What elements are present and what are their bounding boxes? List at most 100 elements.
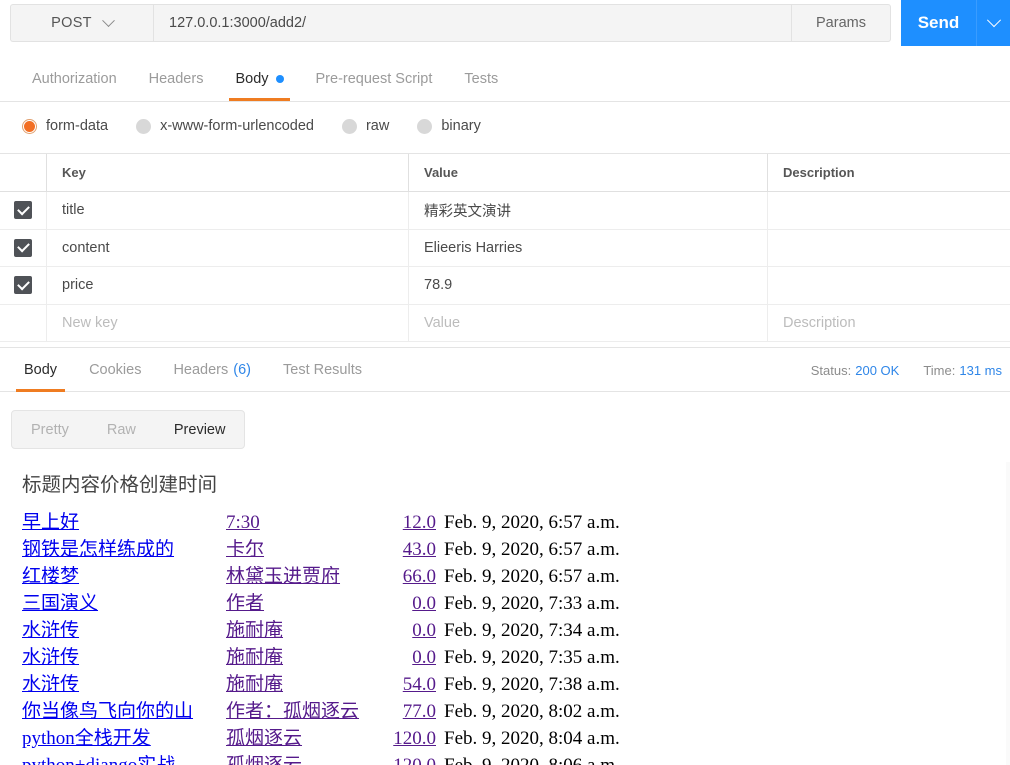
response-tab-headers[interactable]: Headers (6) <box>157 348 267 392</box>
preview-cell-created: Feb. 9, 2020, 6:57 a.m. <box>444 539 620 560</box>
book-price-link[interactable]: 0.0 <box>412 593 436 614</box>
preview-cell-title: python全栈开发 <box>22 723 226 750</box>
preview-cell-created: Feb. 9, 2020, 7:35 a.m. <box>444 647 620 668</box>
params-label: Params <box>816 15 866 31</box>
request-tab-tests[interactable]: Tests <box>448 57 514 101</box>
url-input-wrapper[interactable] <box>153 4 792 42</box>
format-button-preview[interactable]: Preview <box>155 411 245 448</box>
book-title-link[interactable]: 水浒传 <box>22 620 79 641</box>
book-price-link[interactable]: 120.0 <box>393 755 436 765</box>
preview-cell-content: 孤烟逐云 <box>226 750 378 765</box>
format-button-pretty[interactable]: Pretty <box>12 411 88 448</box>
book-content-link[interactable]: 7:30 <box>226 512 260 533</box>
radio-button-icon[interactable] <box>136 118 152 134</box>
body-type-form-data[interactable]: form-data <box>22 118 108 134</box>
preview-table-row: 红楼梦 林黛玉进贾府 66.0 Feb. 9, 2020, 6:57 a.m. <box>0 561 1010 588</box>
book-content-link[interactable]: 施耐庵 <box>226 674 283 695</box>
book-title-link[interactable]: 早上好 <box>22 512 79 533</box>
body-type-label: form-data <box>46 118 109 134</box>
row-enabled-checkbox[interactable] <box>14 276 32 295</box>
new-row-description-cell[interactable]: Description <box>768 305 1010 342</box>
book-title-link[interactable]: 水浒传 <box>22 674 79 695</box>
book-price-link[interactable]: 54.0 <box>403 674 436 695</box>
response-tab-body[interactable]: Body <box>8 348 73 392</box>
row-description-cell[interactable] <box>768 230 1010 267</box>
preview-cell-price: 0.0 <box>378 620 436 642</box>
response-tab-test-results[interactable]: Test Results <box>267 348 378 392</box>
preview-cell-created: Feb. 9, 2020, 8:02 a.m. <box>444 701 620 722</box>
preview-cell-created: Feb. 9, 2020, 7:38 a.m. <box>444 674 620 695</box>
row-value-cell[interactable]: 78.9 <box>409 267 768 304</box>
book-title-link[interactable]: python全栈开发 <box>22 728 151 749</box>
request-tab-pre-request-script[interactable]: Pre-request Script <box>300 57 449 101</box>
preview-cell-price: 77.0 <box>378 701 436 723</box>
preview-cell-title: 水浒传 <box>22 669 226 696</box>
book-price-link[interactable]: 66.0 <box>403 566 436 587</box>
book-title-link[interactable]: 红楼梦 <box>22 566 79 587</box>
row-enabled-checkbox[interactable] <box>14 201 32 220</box>
row-key-cell[interactable]: content <box>47 229 409 266</box>
request-tab-body[interactable]: Body <box>219 57 299 101</box>
book-price-link[interactable]: 43.0 <box>403 539 436 560</box>
book-content-link[interactable]: 作者：孤烟逐云 <box>226 701 359 722</box>
row-key-value: price <box>62 277 94 294</box>
book-content-link[interactable]: 施耐庵 <box>226 647 283 668</box>
url-input[interactable] <box>169 15 791 31</box>
book-content-link[interactable]: 施耐庵 <box>226 620 283 641</box>
form-data-new-row: New key Value Description <box>0 304 1010 342</box>
row-value-cell[interactable]: Elieeris Harries <box>409 229 768 266</box>
header-key-label: Key <box>62 165 86 180</box>
preview-cell-price: 12.0 <box>378 512 436 534</box>
book-price-link[interactable]: 12.0 <box>403 512 436 533</box>
row-description-cell[interactable] <box>768 192 1010 229</box>
book-price-link[interactable]: 0.0 <box>412 647 436 668</box>
book-price-link[interactable]: 0.0 <box>412 620 436 641</box>
format-button-label: Raw <box>106 421 136 438</box>
send-button[interactable]: Send <box>901 0 976 46</box>
row-key-cell[interactable]: price <box>47 267 409 304</box>
request-tab-authorization[interactable]: Authorization <box>16 57 133 101</box>
preview-table-row: 钢铁是怎样练成的 卡尔 43.0 Feb. 9, 2020, 6:57 a.m. <box>0 534 1010 561</box>
response-format-toggle-group: Pretty Raw Preview <box>11 410 246 449</box>
book-content-link[interactable]: 孤烟逐云 <box>226 728 302 749</box>
body-type-x-www-form-urlencoded[interactable]: x-www-form-urlencoded <box>136 118 314 134</box>
response-tab-cookies[interactable]: Cookies <box>73 348 157 392</box>
preview-cell-title: 你当像鸟飞向你的山 <box>22 696 226 723</box>
book-content-link[interactable]: 孤烟逐云 <box>226 755 302 765</box>
params-button[interactable]: Params <box>792 4 891 42</box>
body-type-label: binary <box>441 118 481 134</box>
request-tab-label: Authorization <box>32 71 117 87</box>
radio-button-icon[interactable] <box>341 118 357 134</box>
book-title-link[interactable]: 水浒传 <box>22 647 79 668</box>
radio-button-icon[interactable] <box>417 118 433 134</box>
book-content-link[interactable]: 卡尔 <box>226 539 264 560</box>
row-enabled-checkbox[interactable] <box>14 238 32 257</box>
preview-cell-content: 林黛玉进贾府 <box>226 561 378 588</box>
book-content-link[interactable]: 作者 <box>226 593 264 614</box>
new-row-value-cell[interactable]: Value <box>409 304 768 341</box>
radio-button-icon[interactable] <box>22 118 37 134</box>
book-price-link[interactable]: 120.0 <box>393 728 436 749</box>
preview-cell-price: 0.0 <box>378 593 436 615</box>
http-method-dropdown[interactable]: POST <box>10 4 153 42</box>
body-type-raw[interactable]: raw <box>341 118 389 134</box>
request-tab-headers[interactable]: Headers <box>133 57 220 101</box>
preview-cell-created: Feb. 9, 2020, 7:34 a.m. <box>444 620 620 641</box>
preview-scrollbar[interactable] <box>1006 462 1010 765</box>
row-value-cell[interactable]: 精彩英文演讲 <box>409 192 768 229</box>
book-title-link[interactable]: 三国演义 <box>22 593 98 614</box>
book-content-link[interactable]: 林黛玉进贾府 <box>226 566 340 587</box>
new-row-key-cell[interactable]: New key <box>47 304 409 341</box>
book-title-link[interactable]: python+diango实战 <box>22 755 175 765</box>
http-method-label: POST <box>51 15 92 31</box>
book-price-link[interactable]: 77.0 <box>403 701 436 722</box>
time-value: 131 ms <box>959 362 1002 378</box>
book-title-link[interactable]: 钢铁是怎样练成的 <box>22 539 174 560</box>
row-checkbox-cell <box>0 192 47 229</box>
send-options-button[interactable] <box>976 0 1010 46</box>
row-description-cell[interactable] <box>768 267 1010 304</box>
body-type-binary[interactable]: binary <box>417 118 481 134</box>
book-title-link[interactable]: 你当像鸟飞向你的山 <box>22 701 193 722</box>
row-key-cell[interactable]: title <box>47 192 409 229</box>
format-button-raw[interactable]: Raw <box>88 411 155 448</box>
